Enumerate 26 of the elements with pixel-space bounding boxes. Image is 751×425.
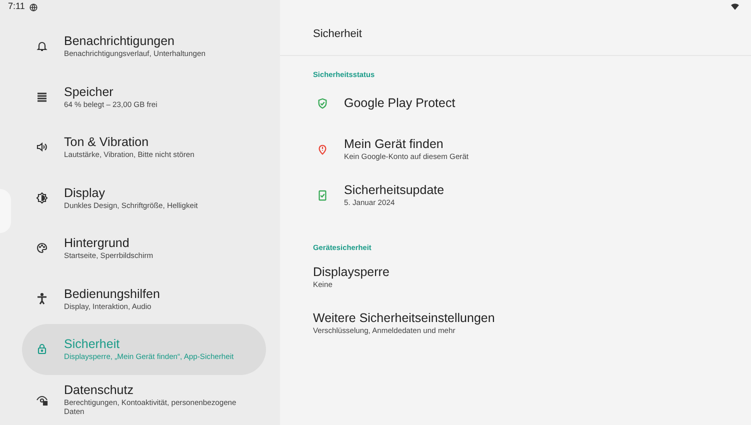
item-title: Sicherheit bbox=[64, 337, 121, 352]
item-title: Sicherheitsupdate bbox=[344, 182, 444, 198]
brightness-icon bbox=[36, 192, 48, 204]
settings-item[interactable]: Google Play Protect bbox=[280, 86, 751, 120]
item-title: Display bbox=[64, 186, 106, 200]
item-title: Hintergrund bbox=[64, 236, 130, 251]
storage-icon bbox=[36, 90, 48, 103]
item-title: Mein Gerät finden bbox=[344, 136, 444, 152]
item-title: Benachrichtigungen bbox=[64, 34, 176, 49]
item-title: Google Play Protect bbox=[344, 96, 456, 111]
wifi-icon bbox=[731, 3, 739, 10]
accessibility-icon bbox=[36, 292, 48, 305]
item-title: Ton & Vibration bbox=[64, 135, 150, 150]
item-title: Displaysperre bbox=[313, 264, 390, 280]
globe-icon bbox=[28, 2, 38, 12]
palette-icon bbox=[36, 242, 48, 254]
status-time: 7:11 bbox=[8, 0, 25, 14]
bell-icon bbox=[36, 40, 48, 52]
lock-icon bbox=[36, 343, 48, 356]
privacy-eye-icon bbox=[36, 394, 48, 406]
item-title: Speicher bbox=[64, 84, 114, 100]
item-title: Bedienungshilfen bbox=[64, 286, 160, 302]
item-title: Datenschutz bbox=[64, 382, 134, 398]
page-title: Sicherheit bbox=[313, 27, 362, 42]
speaker-icon bbox=[36, 141, 48, 154]
item-title: Weitere Sicherheitseinstellungen bbox=[313, 310, 495, 326]
